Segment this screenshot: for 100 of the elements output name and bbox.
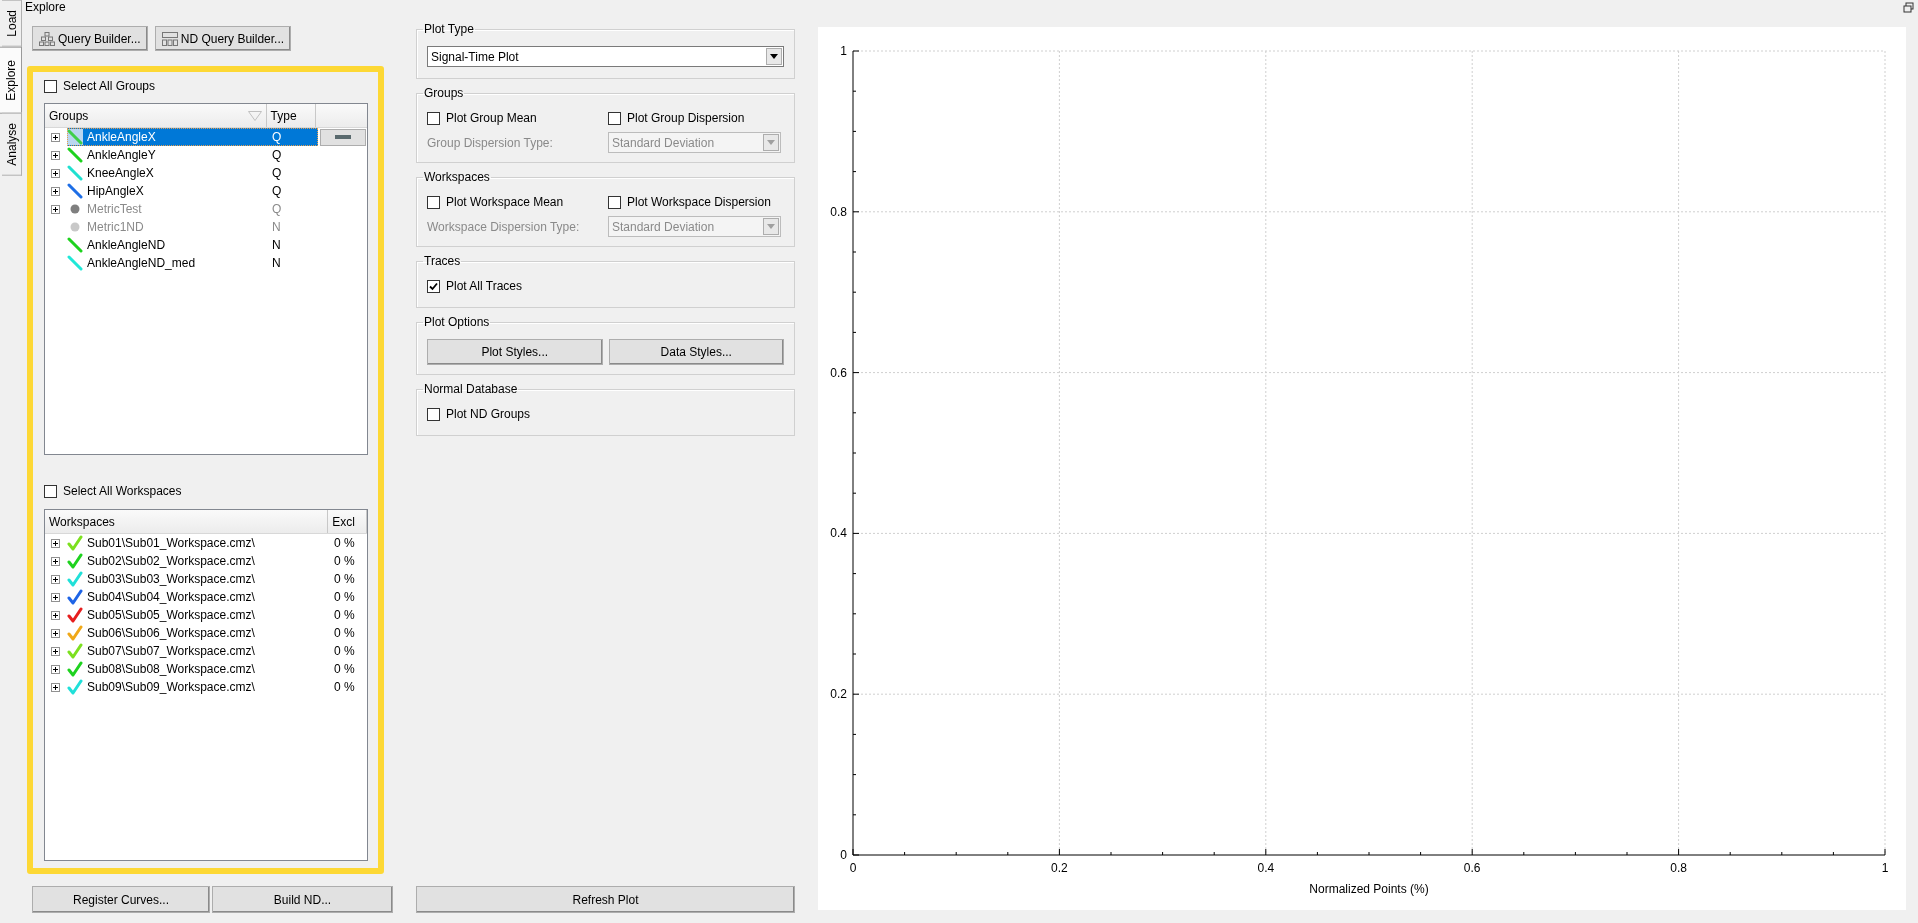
workspace-name: Sub02\Sub02_Workspace.cmz\ <box>87 554 255 568</box>
checkmark-icon <box>67 607 83 623</box>
exclusion-value: 0 % <box>333 626 355 640</box>
checkbox[interactable] <box>44 484 57 498</box>
style-button[interactable]: Data Styles... <box>608 339 784 365</box>
group-type: N <box>271 256 281 270</box>
line-icon <box>67 183 83 199</box>
line-icon <box>67 129 83 145</box>
action-button[interactable]: Register Curves... <box>32 886 210 913</box>
exclusion-value: 0 % <box>333 536 355 550</box>
checkmark-icon <box>67 535 83 551</box>
expand-icon[interactable] <box>51 168 60 178</box>
checkbox-label: Plot All Traces <box>446 279 523 293</box>
group-item[interactable]: AnkleAngleX Q <box>67 128 318 146</box>
expand-icon[interactable] <box>51 132 60 142</box>
minus-icon <box>335 135 351 139</box>
group-item[interactable]: AnkleAngleND N <box>67 236 318 254</box>
workspace-name: Sub05\Sub05_Workspace.cmz\ <box>87 608 255 622</box>
expand-icon[interactable] <box>51 186 60 196</box>
toolbar-button[interactable]: ND Query Builder... <box>154 26 292 51</box>
workspace-name: Sub04\Sub04_Workspace.cmz\ <box>87 590 255 604</box>
line-icon <box>67 237 83 253</box>
line-icon <box>67 165 83 181</box>
group-name: Metric1ND <box>87 220 144 234</box>
checkbox-label: Plot Workspace Mean <box>446 195 564 209</box>
side-tab[interactable]: Analyse <box>2 113 22 177</box>
side-tab[interactable]: Explore <box>0 46 22 114</box>
column-header[interactable]: Type <box>266 104 317 127</box>
checkmark-icon <box>67 589 83 605</box>
group-item[interactable]: AnkleAngleND_med N <box>67 254 318 272</box>
checkbox[interactable] <box>44 79 57 93</box>
line-icon <box>67 255 83 271</box>
field-label: Workspace Dispersion Type: <box>427 219 581 234</box>
remove-button[interactable] <box>320 128 366 146</box>
checkbox-label: Plot Group Mean <box>446 111 537 125</box>
checkmark-icon <box>67 661 83 677</box>
line-icon <box>67 147 83 163</box>
group-type: Q <box>271 184 282 198</box>
checkbox[interactable] <box>427 279 440 293</box>
checkbox-label: Plot Group Dispersion <box>627 111 745 125</box>
field-label: Group Dispersion Type: <box>427 135 554 150</box>
group-name: KneeAngleX <box>87 166 154 180</box>
grid-icon <box>161 31 178 46</box>
style-button[interactable]: Plot Styles... <box>427 339 603 365</box>
expand-icon[interactable] <box>51 556 60 566</box>
checkbox-label: Plot ND Groups <box>446 407 531 421</box>
toolbar-button[interactable]: Query Builder... <box>32 26 148 51</box>
column-header <box>316 104 367 127</box>
group-title: Plot Type <box>424 22 474 36</box>
restore-icon[interactable] <box>1903 2 1914 13</box>
action-button[interactable]: Build ND... <box>212 886 393 913</box>
workspace-name: Sub01\Sub01_Workspace.cmz\ <box>87 536 255 550</box>
expand-icon[interactable] <box>51 664 60 674</box>
exclusion-value: 0 % <box>333 680 355 694</box>
workspace-name: Sub09\Sub09_Workspace.cmz\ <box>87 680 255 694</box>
hierarchy-icon <box>39 31 55 46</box>
group-title: Groups <box>424 86 464 100</box>
tick-label: 0.8 <box>1670 861 1687 875</box>
tick-label: 0.6 <box>830 365 847 380</box>
expand-icon[interactable] <box>51 592 60 602</box>
refresh-button[interactable]: Refresh Plot <box>416 886 795 913</box>
column-header[interactable]: Excl <box>328 510 367 533</box>
exclusion-value: 0 % <box>333 608 355 622</box>
expand-icon[interactable] <box>51 610 60 620</box>
plot-type-dropdown[interactable]: Signal-Time Plot <box>427 46 784 67</box>
column-header[interactable]: Groups <box>45 104 267 127</box>
group-title: Plot Options <box>424 315 490 329</box>
group-title: Traces <box>424 254 461 268</box>
group-name: AnkleAngleND <box>87 238 166 252</box>
group-name: AnkleAngleND_med <box>87 256 196 270</box>
checkbox-label: Plot Workspace Dispersion <box>627 195 771 209</box>
expand-icon[interactable] <box>51 682 60 692</box>
group-type: Q <box>271 202 282 216</box>
expand-icon[interactable] <box>51 574 60 584</box>
checkbox[interactable] <box>427 407 440 421</box>
expand-icon[interactable] <box>51 646 60 656</box>
group-item[interactable]: AnkleAngleY Q <box>67 146 318 164</box>
checkmark-icon <box>67 679 83 695</box>
group-type: N <box>271 238 281 252</box>
checkmark-icon <box>67 553 83 569</box>
group-item[interactable]: HipAngleX Q <box>67 182 318 200</box>
group-type: Q <box>271 130 282 144</box>
column-header[interactable]: Workspaces <box>45 510 329 533</box>
expand-icon[interactable] <box>51 628 60 638</box>
group-title: Normal Database <box>424 382 518 396</box>
tick-label: 0.8 <box>830 204 847 219</box>
caret-icon <box>770 54 778 59</box>
sort-icon <box>247 110 262 121</box>
group-item[interactable]: KneeAngleX Q <box>67 164 318 182</box>
workspace-name: Sub08\Sub08_Workspace.cmz\ <box>87 662 255 676</box>
group-name: AnkleAngleX <box>87 130 156 144</box>
checkmark-icon <box>67 643 83 659</box>
tick-label: 1 <box>1881 861 1889 875</box>
tick-label: 0 <box>840 848 847 862</box>
workspace-name: Sub07\Sub07_Workspace.cmz\ <box>87 644 255 658</box>
tick-label: 0.2 <box>830 687 847 702</box>
workspace-name: Sub03\Sub03_Workspace.cmz\ <box>87 572 255 586</box>
expand-icon[interactable] <box>51 538 60 548</box>
expand-icon[interactable] <box>51 150 60 160</box>
side-tab[interactable]: Load <box>2 0 22 47</box>
